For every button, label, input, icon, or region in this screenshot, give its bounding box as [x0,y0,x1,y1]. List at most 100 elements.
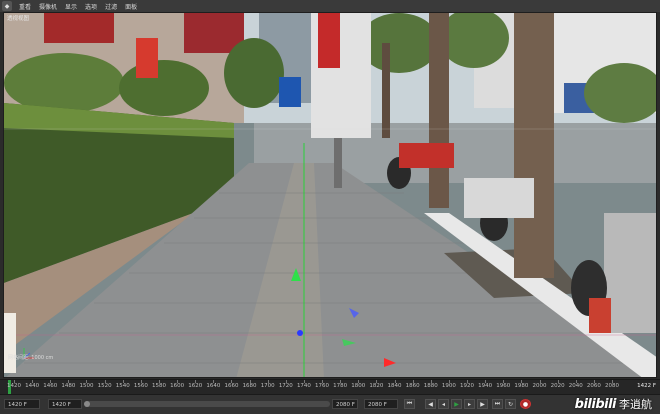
menu-item-camera[interactable]: 摄像机 [35,2,61,11]
record-icon[interactable]: ● [520,399,531,409]
timeline-tick-mark [412,380,414,383]
timeline-tick-label: 1980 [514,383,529,389]
timeline-tick-mark [177,380,179,383]
go-to-end-icon[interactable]: ⏭ [492,399,503,409]
timeline-tick-mark [104,380,106,383]
start-frame-field[interactable]: 1420 F [4,399,40,409]
timeline-tick-mark [358,380,360,383]
timeline-tick-mark [140,380,142,383]
timeline-tick-label: 1860 [405,383,420,389]
timeline-tick-mark [575,380,577,383]
timeline-tick-mark [231,380,233,383]
timeline-tick-label: 1660 [224,383,239,389]
timeline-tick-mark [539,380,541,383]
viewport-label: 透视视图 [7,16,30,22]
timeline-tick-mark [32,380,34,383]
timeline-tick-mark [122,380,124,383]
app-logo-icon[interactable]: ◆ [2,1,12,11]
step-back-icon[interactable]: ◂ [438,399,449,409]
timeline-tick-mark [448,380,450,383]
timeline-tick-label: 1500 [79,383,94,389]
timeline-tick-label: 1680 [242,383,257,389]
step-forward-icon[interactable]: ▸ [464,399,475,409]
timeline-tick-mark [376,380,378,383]
menu-item-view[interactable]: 重看 [15,2,35,11]
timeline-tick-label: 1880 [423,383,438,389]
timeline-tick-mark [303,380,305,383]
timeline-tick-mark [521,380,523,383]
menu-bar: ◆ 重看 摄像机 显示 选项 过滤 面板 [0,0,660,12]
timeline-tick-mark [485,380,487,383]
timeline-tick-label: 1620 [188,383,203,389]
timeline-tick-label: 1960 [496,383,511,389]
timeline-tick-label: 1940 [478,383,493,389]
timeline-tick-label: 1640 [206,383,221,389]
timeline-tick-label: 1440 [25,383,40,389]
menu-item-display[interactable]: 显示 [61,2,81,11]
timeline-tick-label: 2040 [568,383,583,389]
current-frame-readout: 1422 F [637,383,656,389]
next-key-icon[interactable]: ▶ [477,399,488,409]
menu-item-panel[interactable]: 面板 [121,2,141,11]
range-end-field[interactable]: 2080 F [332,399,358,409]
timeline-tick-label: 1520 [97,383,112,389]
range-slider-thumb[interactable] [84,401,90,407]
timeline-tick-label: 2080 [605,383,619,389]
timeline-tick-mark [467,380,469,383]
loop-icon[interactable]: ↻ [505,399,516,409]
timeline-tick-label: 1580 [151,383,166,389]
timeline-tick-mark [593,380,595,383]
timeline-tick-label: 1840 [387,383,402,389]
menu-item-filter[interactable]: 过滤 [101,2,121,11]
timeline-tick-mark [86,380,88,383]
timeline-tick-mark [68,380,70,383]
timeline-tick-mark [612,380,613,383]
timeline-tick-mark [557,380,559,383]
timeline-tick-mark [322,380,324,383]
timeline-tick-label: 2020 [550,383,565,389]
timeline-tick-label: 1720 [278,383,293,389]
end-frame-field[interactable]: 2080 F [364,399,398,409]
timeline-tick-label: 1760 [315,383,330,389]
timeline-tick-label: 1820 [369,383,384,389]
transport-bar: 1420 F 1420 F 2080 F 2080 F ⏮ ◀ ◂ ▶ ▸ ▶ … [0,394,660,414]
timeline-tick-label: 1700 [260,383,275,389]
timeline-tick-label: 2060 [586,383,601,389]
timeline-tick-mark [213,380,215,383]
timeline-tick-mark [394,380,396,383]
range-slider[interactable] [84,401,330,407]
timeline-tick-mark [195,380,197,383]
timeline-tick-mark [340,380,342,383]
watermark: bilibili 李逍航 [575,396,652,412]
timeline-tick-label: 1460 [43,383,58,389]
timeline-tick-mark [50,380,52,383]
timeline-ruler[interactable]: 1422 F 1420 1440 1460 1480 1500 1520 1540 1560 1… [0,379,660,394]
timeline-tick-label: 1800 [351,383,366,389]
menu-item-options[interactable]: 选项 [81,2,101,11]
timeline-tick-label: 1560 [133,383,148,389]
timeline-tick-label: 1900 [441,383,456,389]
range-start-field[interactable]: 1420 F [48,399,82,409]
watermark-author: 李逍航 [619,398,652,411]
street-scene-image [4,13,656,377]
timeline-tick-label: 1780 [333,383,348,389]
timeline-tick-label: 1600 [170,383,185,389]
perspective-viewport[interactable]: 透视视图 网格间距: 1000 cm [3,12,657,378]
timeline-tick-mark [158,380,160,383]
timeline-tick-label: 1540 [115,383,130,389]
grid-spacing-readout: 网格间距: 1000 cm [8,355,54,361]
timeline-tick-mark [267,380,269,383]
timeline-tick-mark [14,380,15,383]
go-to-start-icon[interactable]: ⏮ [404,399,415,409]
watermark-brand: bilibili [574,396,617,412]
timeline-tick-label: 1740 [296,383,311,389]
timeline-tick-mark [503,380,505,383]
timeline-tick-mark [430,380,432,383]
timeline-tick-mark [249,380,251,383]
timeline-tick-mark [285,380,287,383]
play-icon[interactable]: ▶ [451,399,462,409]
timeline-tick-label: 2000 [532,383,547,389]
previous-key-icon[interactable]: ◀ [425,399,436,409]
timeline-tick-label: 1480 [61,383,76,389]
timeline-tick-label: 1920 [460,383,475,389]
